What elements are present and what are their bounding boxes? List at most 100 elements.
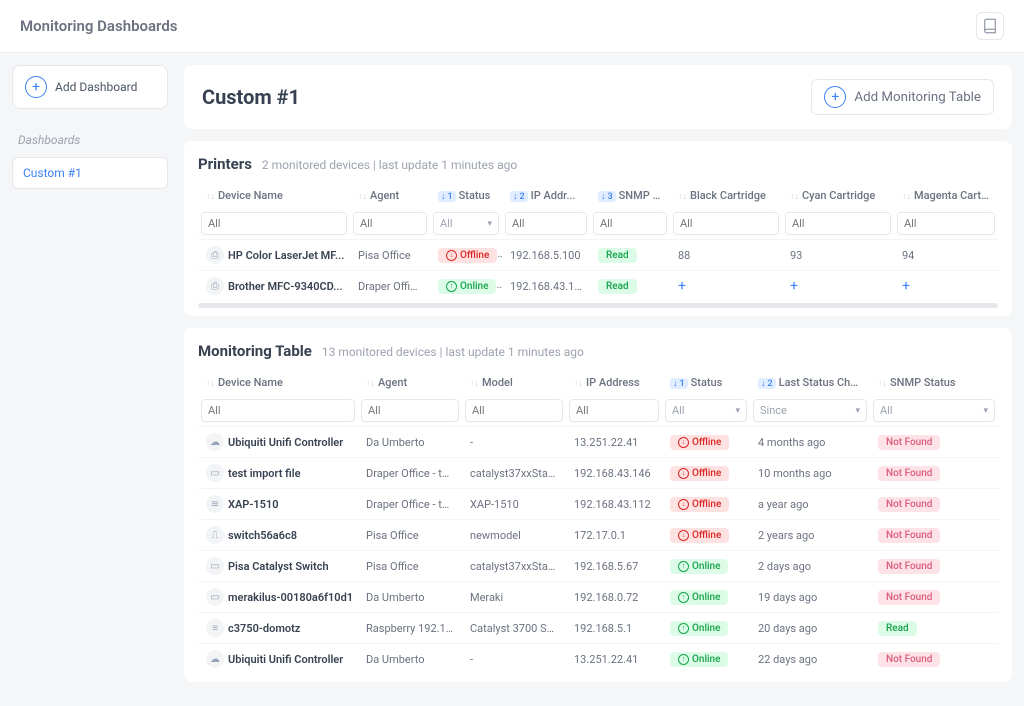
col-agent[interactable]: ↑↓Agent — [350, 183, 430, 208]
sort-badge: ↓3 — [598, 191, 616, 202]
filter-ip[interactable] — [569, 399, 659, 422]
status-badge: ↓Offline — [438, 248, 497, 263]
black-cell: + — [670, 271, 782, 302]
col-status[interactable]: ↓1Status — [430, 183, 502, 208]
sort-badge: ↓1 — [438, 191, 456, 202]
sidebar-item-custom1[interactable]: Custom #1 — [12, 157, 168, 189]
sort-icon: ↑↓ — [470, 379, 479, 389]
magenta-cell: 94 — [894, 240, 998, 271]
status-icon: ↑ — [678, 592, 689, 603]
printers-table: ↑↓Device Name ↑↓Agent ↓1Status ↓2IP Addr… — [198, 183, 998, 301]
table-row[interactable]: ▭test import file Draper Office - test c… — [198, 458, 998, 489]
table-row[interactable]: ☁Ubiquiti Unifi Controller Da Umberto - … — [198, 427, 998, 458]
add-value-button[interactable]: + — [678, 278, 686, 294]
add-dashboard-label: Add Dashboard — [55, 80, 137, 94]
printers-subtitle: 2 monitored devices | last update 1 minu… — [262, 158, 517, 172]
cloud-icon: ☁ — [206, 433, 224, 451]
table-row[interactable]: ≡c3750-domotz Raspberry 192.168... Catal… — [198, 613, 998, 644]
table-row[interactable]: ▭merakilus-00180a6f10d1 Da Umberto Merak… — [198, 582, 998, 613]
change-cell: 10 months ago — [750, 458, 870, 489]
col-snmp[interactable]: ↓3SNMP S... — [590, 183, 670, 208]
add-value-button[interactable]: + — [902, 278, 910, 294]
device-name: c3750-domotz — [228, 622, 300, 635]
agent-link[interactable]: Pisa Office — [358, 551, 462, 582]
ip-cell: 192.168.5.100 — [502, 240, 590, 271]
agent-link[interactable]: Da Umberto — [358, 644, 462, 675]
col-device[interactable]: ↑↓Device Name — [198, 370, 358, 395]
col-ip[interactable]: ↑↓IP Address — [566, 370, 662, 395]
col-status[interactable]: ↓1Status — [662, 370, 750, 395]
printers-card: Printers 2 monitored devices | last upda… — [184, 141, 1012, 316]
wifi-icon: ≋ — [206, 495, 224, 513]
sort-icon: ↑↓ — [206, 192, 215, 202]
agent-link[interactable]: Pisa Office — [358, 520, 462, 551]
agent-link[interactable]: Raspberry 192.168... — [358, 613, 462, 644]
device-name: Ubiquiti Unifi Controller — [228, 436, 343, 449]
ip-cell: 192.168.43.112 — [566, 489, 662, 520]
filter-cyan[interactable] — [785, 212, 891, 235]
agent-link[interactable]: Draper Office - test — [358, 458, 462, 489]
sort-icon: ↑↓ — [902, 192, 911, 202]
model-cell: XAP-1510 — [462, 489, 566, 520]
filter-device[interactable] — [201, 212, 347, 235]
filter-ip[interactable] — [505, 212, 587, 235]
col-snmp[interactable]: ↑↓SNMP Status — [870, 370, 998, 395]
status-icon: ↓ — [678, 437, 689, 448]
col-device[interactable]: ↑↓Device Name — [198, 183, 350, 208]
table-row[interactable]: ≋XAP-1510 Draper Office - test XAP-1510 … — [198, 489, 998, 520]
status-icon: ↓ — [678, 468, 689, 479]
filter-snmp[interactable]: All▾ — [873, 399, 995, 422]
stack-icon: ≡ — [206, 619, 224, 637]
col-cyan[interactable]: ↑↓Cyan Cartridge — [782, 183, 894, 208]
col-ip[interactable]: ↓2IP Addr... — [502, 183, 590, 208]
device-name: Ubiquiti Unifi Controller — [228, 653, 343, 666]
filter-model[interactable] — [465, 399, 563, 422]
filter-status[interactable]: All▾ — [665, 399, 747, 422]
printer-icon: ⎙ — [206, 246, 224, 264]
table-row[interactable]: ⎍switch56a6c8 Pisa Office newmodel 172.1… — [198, 520, 998, 551]
table-row[interactable]: ⎙ HP Color LaserJet MF... Pisa Office ↓Of… — [198, 240, 998, 271]
filter-status[interactable]: All▾ — [433, 212, 499, 235]
sort-badge: ↓2 — [510, 191, 528, 202]
col-agent[interactable]: ↑↓Agent — [358, 370, 462, 395]
col-model[interactable]: ↑↓Model — [462, 370, 566, 395]
col-change[interactable]: ↓2Last Status Change — [750, 370, 870, 395]
add-monitoring-table-button[interactable]: + Add Monitoring Table — [811, 79, 994, 115]
horizontal-scrollbar[interactable] — [198, 303, 998, 308]
ip-cell: 192.168.5.1 — [566, 613, 662, 644]
table-row[interactable]: ▭Pisa Catalyst Switch Pisa Office cataly… — [198, 551, 998, 582]
agent-link[interactable]: Draper Office... — [350, 271, 430, 302]
add-value-button[interactable]: + — [790, 278, 798, 294]
ip-cell: 13.251.22.41 — [566, 644, 662, 675]
snmp-badge: Not Found — [878, 466, 940, 481]
col-magenta[interactable]: ↑↓Magenta Cartridge — [894, 183, 998, 208]
agent-link[interactable]: Da Umberto — [358, 582, 462, 613]
table-row[interactable]: ⎙Brother MFC-9340CD... Draper Office... … — [198, 271, 998, 302]
model-cell: catalyst37xxStack — [462, 551, 566, 582]
col-black[interactable]: ↑↓Black Cartridge — [670, 183, 782, 208]
filter-snmp[interactable] — [593, 212, 667, 235]
status-icon: ↓ — [678, 499, 689, 510]
add-dashboard-button[interactable]: + Add Dashboard — [12, 65, 168, 109]
change-cell: 2 days ago — [750, 551, 870, 582]
filter-change[interactable]: Since▾ — [753, 399, 867, 422]
sidebar-heading: Dashboards — [12, 129, 168, 151]
sort-badge: ↓1 — [670, 378, 688, 389]
filter-agent[interactable] — [361, 399, 459, 422]
chevron-down-icon: ▾ — [983, 406, 988, 416]
snmp-badge: Not Found — [878, 497, 940, 512]
help-book-icon[interactable] — [976, 12, 1004, 40]
agent-link[interactable]: Draper Office - test — [358, 489, 462, 520]
snmp-badge: Read — [878, 621, 917, 636]
table-row[interactable]: ☁Ubiquiti Unifi Controller Da Umberto - … — [198, 644, 998, 675]
filter-magenta[interactable] — [897, 212, 995, 235]
filter-device[interactable] — [201, 399, 355, 422]
plus-icon: + — [25, 76, 47, 98]
agent-link[interactable]: Da Umberto — [358, 427, 462, 458]
agent-link[interactable]: Pisa Office — [350, 240, 430, 271]
plus-icon: + — [824, 86, 846, 108]
device-name: HP Color LaserJet MF... — [228, 249, 344, 262]
filter-agent[interactable] — [353, 212, 427, 235]
filter-black[interactable] — [673, 212, 779, 235]
page-title: Monitoring Dashboards — [20, 17, 177, 35]
